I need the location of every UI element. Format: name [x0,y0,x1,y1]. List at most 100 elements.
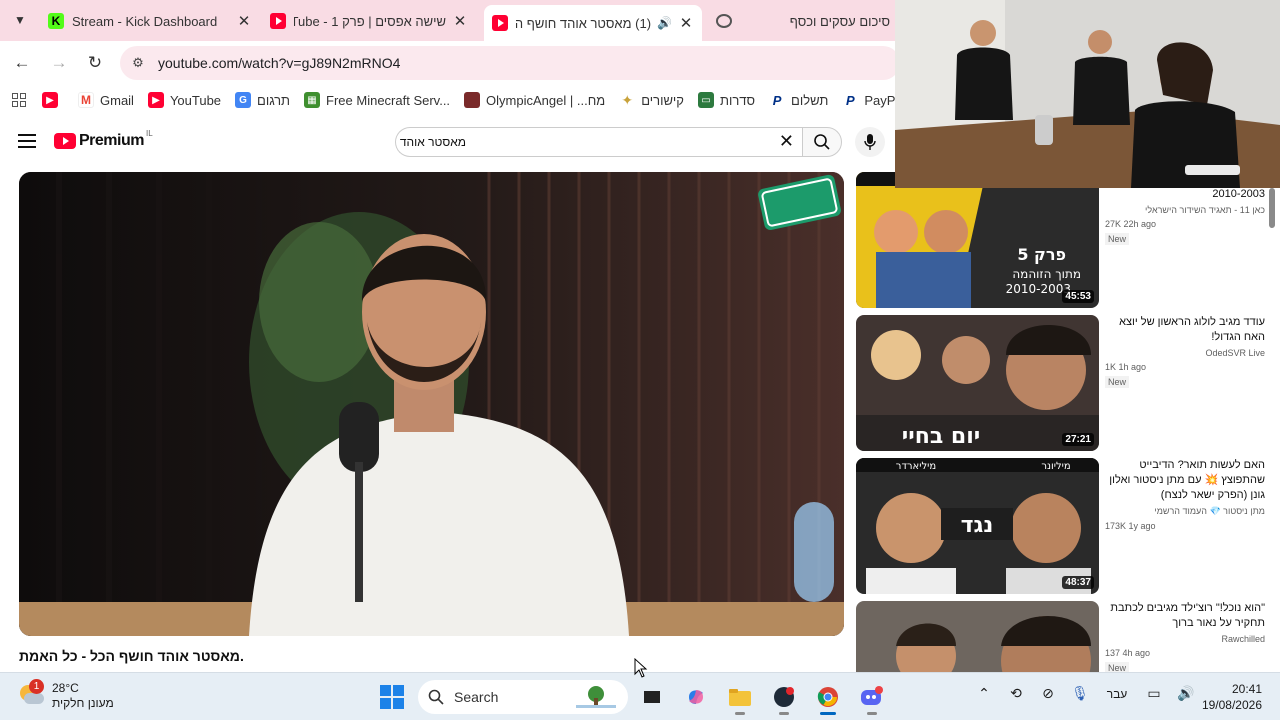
recommended-item[interactable]: "הוא נוכל!" רוצ'ילד מגיבים לכתבת תחקיר ע… [856,601,1280,672]
scrollbar-thumb[interactable] [1269,188,1275,228]
file-explorer-icon[interactable] [720,679,760,715]
back-arrow-icon[interactable]: ← [10,51,34,75]
tab-active-video[interactable]: (1) מאסטר אוהד חושף הכל 🔊 ✕ [484,5,702,41]
new-badge: New [1105,233,1130,245]
language-indicator[interactable]: עבר [1096,687,1138,701]
recommended-list: כאן 11 פרק 5 מתוך הזוהמה 2010-2003 45:53… [856,172,1280,672]
site-info-icon[interactable]: ⚙ [130,55,146,71]
microphone-icon [864,134,876,150]
view-stats: 1K 1h ago [1105,362,1147,372]
reload-icon[interactable]: ↻ [83,51,107,75]
recommended-title[interactable]: "הוא נוכל!" רוצ'ילד מגיבים לכתבת תחקיר ע… [1105,601,1265,631]
country-code: IL [145,128,153,138]
network-off-icon[interactable]: ⊘ [1032,685,1064,702]
volume-icon[interactable]: 🔊 [1170,685,1202,702]
clock[interactable]: 20:41 19/08/2026 [1200,681,1262,713]
bookmark-youtube-short[interactable]: ▶ [42,92,64,108]
taskbar-apps: Search [380,679,892,715]
close-tab-icon[interactable]: ✕ [236,12,252,30]
discord-icon[interactable] [852,679,892,715]
weather-widget[interactable]: 1 28°C מעונן חלקית [18,679,114,711]
bookmark-olympicangel[interactable]: OlympicAngel | ...מח [464,92,605,108]
bookmark-payment[interactable]: P תשלום [769,92,829,108]
webcam-image [895,0,1280,188]
duration-badge: 45:53 [1062,290,1094,303]
recommended-meta: "הוא נוכל!" רוצ'ילד מגיבים לכתבת תחקיר ע… [1105,601,1265,672]
recommended-item[interactable]: מיליארדר מיליונר נגד 48:37 האם לעשות תוא… [856,458,1280,598]
video-title: מאסטר אוהד חושף הכל - כל האמת. [19,648,244,664]
bookmark-label: תרגום [257,92,291,108]
channel-name[interactable]: מתן ניסטור 💎 העמוד הרשמי [1105,506,1265,517]
search-query[interactable]: מאסטר אוהד [400,135,466,149]
chrome-icon[interactable] [808,679,848,715]
tab-search-chevron-icon[interactable]: ▼ [8,8,32,32]
temperature: 28°C [52,681,79,695]
bookmark-series[interactable]: ▭ סדרות [697,92,755,108]
video-thumbnail[interactable]: כאן 11 פרק 5 מתוך הזוהמה 2010-2003 45:53 [856,172,1099,308]
video-thumbnail[interactable]: יום בחיי 27:21 [856,315,1099,451]
menu-hamburger-icon[interactable] [18,134,36,148]
weather-description: מעונן חלקית [52,696,114,710]
apps-grid-icon[interactable] [12,93,26,107]
channel-name[interactable]: OdedSVR Live [1105,348,1265,358]
bookmark-youtube[interactable]: ▶ YouTube [147,92,221,108]
forward-arrow-icon[interactable]: → [47,51,71,75]
bookmark-label: תשלום [791,92,829,108]
partly-cloudy-icon: 1 [18,679,44,707]
tab-title: סיכום עסקים וכסף [789,13,890,29]
recommended-item[interactable]: יום בחיי 27:21 עודד מגיב לולוג הראשון של… [856,315,1280,455]
video-player[interactable] [19,172,844,636]
clear-search-icon[interactable]: ✕ [779,131,794,152]
recommended-title[interactable]: עודד מגיב לולוג הראשון של יוצא האח הגדול… [1105,315,1265,345]
display-icon[interactable]: ▭ [1138,685,1170,702]
speaker-icon[interactable]: 🔊 [657,16,672,30]
youtube-premium-logo[interactable]: Premium IL [54,128,153,150]
task-view-icon[interactable] [632,679,672,715]
tab-chatgpt[interactable]: סיכום עסקים וכסף [708,6,898,36]
steam-icon[interactable] [764,679,804,715]
address-bar[interactable]: ⚙ youtube.com/watch?v=gJ89N2mRNO4 [120,46,900,80]
chevron-up-icon[interactable]: ⌃ [968,685,1000,702]
bookmark-translate[interactable]: G תרגום [235,92,290,108]
video-thumbnail[interactable]: מיליארדר מיליונר נגד 48:37 [856,458,1099,594]
translate-icon: G [235,92,252,108]
microphone-icon[interactable]: 🎙 [1064,685,1096,702]
thumb-text-millionaire: מיליונר [1041,461,1070,472]
tab-kick-dashboard[interactable]: K Stream - Kick Dashboard ✕ [40,6,260,36]
bookmark-label: קישורים [641,92,684,108]
bookmarks-bar: ▶ M Gmail ▶ YouTube G תרגום ▦ Free Minec… [0,85,895,115]
search-label: Search [454,689,499,705]
search-button[interactable] [802,127,842,157]
tab-sixzeros[interactable]: שישה אפסים | פרק 1 - YouTube ✕ [262,6,476,36]
url-text[interactable]: youtube.com/watch?v=gJ89N2mRNO4 [158,55,400,71]
tv-icon: ▭ [697,92,714,108]
paypal-icon: P [772,92,782,108]
sync-icon[interactable]: ⟲ [1000,685,1032,702]
search-input[interactable]: מאסטר אוהד ✕ [395,127,802,157]
taskbar-search[interactable]: Search [418,680,628,714]
recommended-item[interactable]: כאן 11 פרק 5 מתוך הזוהמה 2010-2003 45:53… [856,172,1280,312]
channel-name[interactable]: כאן 11 - תאגיד השידור הישראלי [1105,205,1265,215]
voice-search-button[interactable] [855,127,885,157]
channel-name[interactable]: Rawchilled [1105,634,1265,644]
thumb-text-years: 2010-2003 [1006,282,1071,296]
bookmark-links[interactable]: ✦ קישורים [619,92,684,108]
video-frame [19,172,844,636]
copilot-icon[interactable] [676,679,716,715]
thumb-text-subtitle: מתוך הזוהמה [1012,267,1081,281]
youtube-icon: ▶ [42,92,58,108]
system-tray: ⌃ ⟲ ⊘ 🎙 עבר ▭ 🔊 [968,685,1202,702]
video-thumbnail[interactable] [856,601,1099,672]
gmail-icon: M [78,92,94,108]
scrollbar[interactable] [1268,188,1276,664]
youtube-logo-icon [54,133,76,149]
bookmark-gmail[interactable]: M Gmail [78,92,134,108]
start-windows-icon[interactable] [380,685,404,709]
close-tab-icon[interactable]: ✕ [452,12,468,30]
close-tab-icon[interactable]: ✕ [678,14,694,32]
youtube-icon [492,15,508,31]
bookmark-minecraft[interactable]: ▦ Free Minecraft Serv... [304,92,450,108]
thumb-text-billionaire: מיליארדר [896,461,936,472]
recommended-title[interactable]: האם לעשות תואר? הדיבייט שהתפוצץ 💥 עם מתן… [1105,458,1265,503]
bookmark-paypal[interactable]: P PayP [842,92,895,108]
